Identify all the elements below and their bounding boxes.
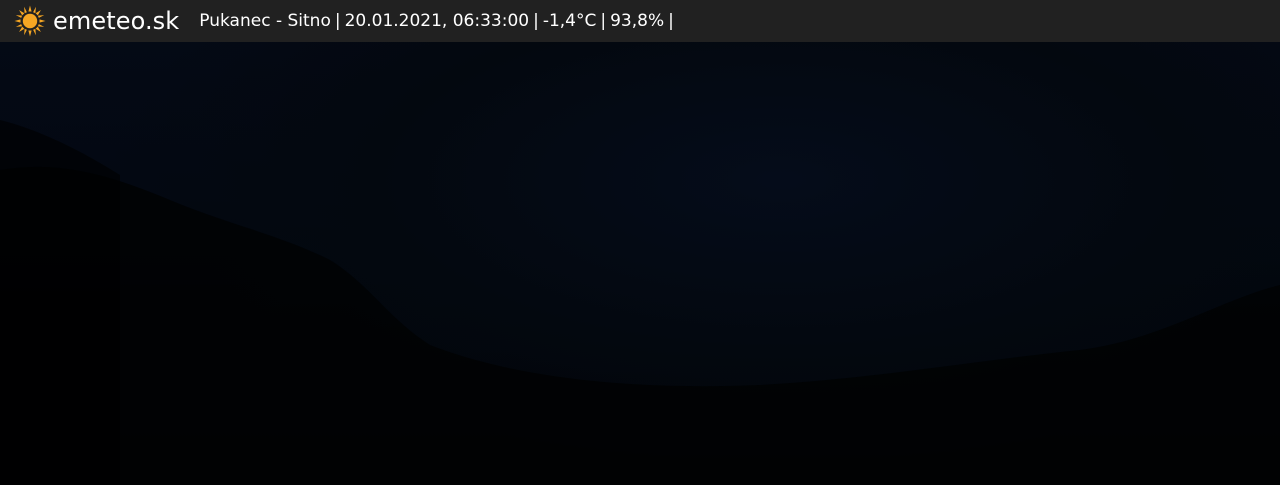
- station-info: Pukanec - Sitno | 20.01.2021, 06:33:00 | -1,…: [199, 0, 678, 42]
- webcam-image: [0, 0, 1280, 485]
- brand-name: emeteo.sk: [53, 7, 180, 35]
- separator: |: [668, 11, 674, 31]
- top-bar: emeteo.sk Pukanec - Sitno | 20.01.2021, 06…: [0, 0, 1280, 42]
- sun-icon: [14, 5, 46, 37]
- station-humidity: 93,8%: [610, 11, 665, 31]
- station-location: Pukanec - Sitno: [199, 11, 331, 31]
- separator: |: [334, 11, 341, 31]
- emeteo-logo-link[interactable]: emeteo.sk: [14, 0, 179, 42]
- webcam-page: emeteo.sk Pukanec - Sitno | 20.01.2021, 06…: [0, 0, 1280, 485]
- separator: |: [600, 11, 607, 31]
- station-datetime: 20.01.2021, 06:33:00: [344, 11, 530, 31]
- station-temperature: -1,4°C: [542, 11, 597, 31]
- webcam-landscape: [0, 120, 1280, 485]
- separator: |: [533, 11, 539, 31]
